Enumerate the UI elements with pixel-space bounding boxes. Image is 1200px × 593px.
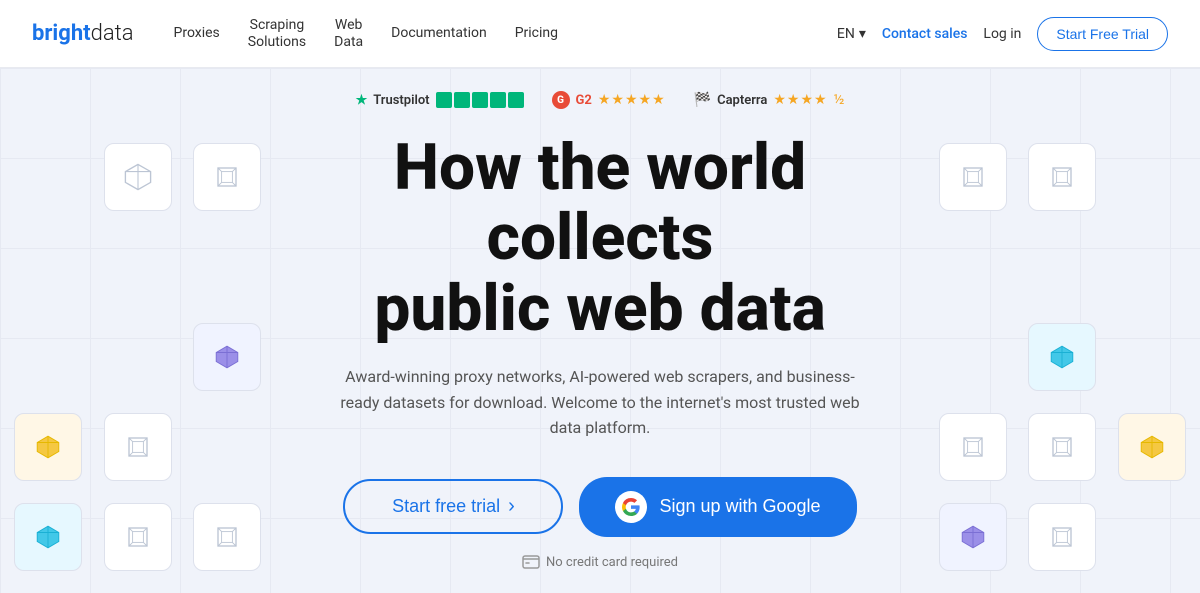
cta-row: Start free trial › Sign up with Google bbox=[290, 477, 910, 537]
google-icon bbox=[615, 491, 647, 523]
nav-right: EN ▾ Contact sales Log in Start Free Tri… bbox=[837, 17, 1168, 51]
nav-scraping-solutions[interactable]: ScrapingSolutions bbox=[248, 17, 306, 51]
logo-bright: bright bbox=[32, 21, 91, 46]
nav-pricing[interactable]: Pricing bbox=[515, 25, 558, 42]
nav-proxies[interactable]: Proxies bbox=[174, 25, 220, 42]
g2-icon: G bbox=[552, 91, 570, 109]
nav-links: Proxies ScrapingSolutions WebData Docume… bbox=[174, 17, 837, 51]
trustpilot-rating: ★ Trustpilot bbox=[356, 92, 524, 108]
nav-login[interactable]: Log in bbox=[983, 26, 1021, 42]
cube-box-purple-right bbox=[939, 503, 1007, 571]
capterra-rating: 🏁 Capterra ★★★★ ½ bbox=[694, 92, 845, 108]
nav-lang[interactable]: EN ▾ bbox=[837, 26, 866, 42]
signup-google-button[interactable]: Sign up with Google bbox=[579, 477, 856, 537]
logo[interactable]: bright data bbox=[32, 21, 134, 46]
hero-subtitle: Award-winning proxy networks, AI-powered… bbox=[340, 364, 860, 441]
cube-box-yellow-right bbox=[1118, 413, 1186, 481]
cube-box bbox=[1028, 503, 1096, 571]
nav-trial-button[interactable]: Start Free Trial bbox=[1037, 17, 1168, 51]
nav-web-data[interactable]: WebData bbox=[334, 17, 363, 51]
trustpilot-icon: ★ bbox=[356, 93, 368, 108]
logo-data: data bbox=[91, 21, 134, 46]
cube-box-cyan-right bbox=[1028, 323, 1096, 391]
credit-card-icon bbox=[522, 555, 540, 569]
start-free-trial-button[interactable]: Start free trial › bbox=[343, 479, 563, 534]
cube-box bbox=[104, 143, 172, 211]
cube-box bbox=[1028, 143, 1096, 211]
no-credit-card-notice: No credit card required bbox=[290, 555, 910, 570]
capterra-stars: ★★★★ bbox=[773, 92, 827, 108]
arrow-right-icon: › bbox=[508, 495, 515, 518]
g2-stars: ★★★★★ bbox=[598, 92, 666, 108]
cube-box bbox=[939, 143, 1007, 211]
cube-box bbox=[193, 143, 261, 211]
cube-box bbox=[193, 503, 261, 571]
cube-box-yellow bbox=[14, 413, 82, 481]
cube-box bbox=[104, 503, 172, 571]
nav-contact-sales[interactable]: Contact sales bbox=[882, 26, 968, 42]
chevron-down-icon: ▾ bbox=[859, 26, 866, 42]
cube-box bbox=[939, 413, 1007, 481]
capterra-icon: 🏁 bbox=[694, 92, 711, 108]
cube-box-purple bbox=[193, 323, 261, 391]
trustpilot-stars bbox=[436, 92, 524, 108]
hero-content: ★ Trustpilot G G2 ★★★★★ 🏁 Capterra ★★★★ bbox=[290, 91, 910, 570]
nav-documentation[interactable]: Documentation bbox=[391, 25, 487, 42]
hero-section: ★ Trustpilot G G2 ★★★★★ 🏁 Capterra ★★★★ bbox=[0, 68, 1200, 593]
cube-box bbox=[104, 413, 172, 481]
ratings-row: ★ Trustpilot G G2 ★★★★★ 🏁 Capterra ★★★★ bbox=[290, 91, 910, 109]
g2-rating: G G2 ★★★★★ bbox=[552, 91, 666, 109]
hero-title: How the world collects public web data bbox=[290, 133, 910, 344]
cube-box-cyan bbox=[14, 503, 82, 571]
navbar: bright data Proxies ScrapingSolutions We… bbox=[0, 0, 1200, 68]
cube-box bbox=[1028, 413, 1096, 481]
